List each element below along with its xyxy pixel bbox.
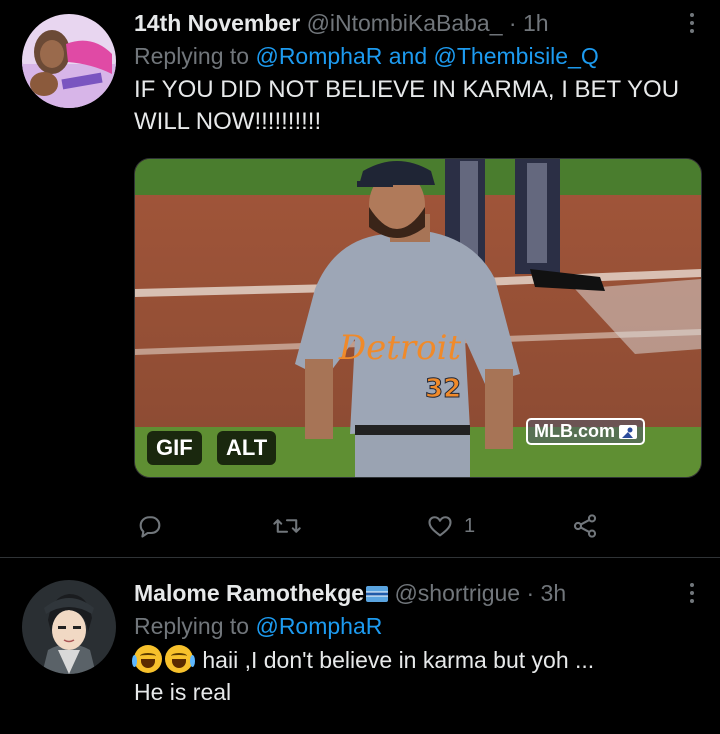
like-button[interactable]: 1 bbox=[426, 506, 475, 546]
avatar-image bbox=[22, 580, 116, 674]
jersey-number: 32 bbox=[425, 374, 461, 404]
tears-of-joy-emoji bbox=[132, 645, 162, 673]
share-icon bbox=[573, 514, 597, 538]
timestamp[interactable]: 1h bbox=[523, 10, 549, 36]
replying-to-label: Replying to bbox=[134, 613, 250, 639]
tweet-text-line1: haii ,I don't believe in karma but yoh .… bbox=[202, 647, 595, 673]
like-icon bbox=[428, 516, 452, 537]
tweet-actions: 1 bbox=[134, 506, 700, 546]
tweet-text: IF YOU DID NOT BELIEVE IN KARMA, I BET Y… bbox=[134, 76, 680, 135]
display-name[interactable]: 14th November bbox=[134, 10, 300, 36]
mlb-logo-icon bbox=[619, 424, 637, 439]
retweet-icon bbox=[273, 519, 301, 533]
retweet-button[interactable] bbox=[272, 506, 302, 546]
gif-badge: GIF bbox=[147, 431, 202, 465]
avatar-image bbox=[22, 14, 116, 108]
separator-dot: · bbox=[526, 580, 535, 606]
jersey-text: Detroit bbox=[338, 328, 462, 368]
timestamp[interactable]: 3h bbox=[541, 580, 567, 606]
user-handle[interactable]: @shortrigue bbox=[394, 580, 520, 606]
tweet-header: Malome Ramothekge @shortrigue · 3h bbox=[134, 578, 702, 608]
tweet-2[interactable]: Malome Ramothekge @shortrigue · 3h Reply… bbox=[0, 558, 720, 734]
alt-badge[interactable]: ALT bbox=[217, 431, 277, 465]
display-name[interactable]: Malome Ramothekge bbox=[134, 580, 364, 606]
tweet-1[interactable]: 14th November @iNtombiKaBaba_ · 1h Reply… bbox=[0, 0, 720, 557]
reply-button[interactable] bbox=[136, 506, 164, 546]
gif-media[interactable]: Detroit 32 MLB.com GIF ALT bbox=[134, 158, 702, 478]
reply-icon bbox=[139, 516, 161, 538]
replying-to: Replying to @RomphaR and @Thembisile_Q bbox=[134, 40, 702, 72]
reply-and-label: and bbox=[388, 43, 428, 69]
reply-mention-link[interactable]: @RomphaR bbox=[255, 43, 382, 69]
mlb-watermark: MLB.com bbox=[526, 418, 645, 445]
reply-mention-link[interactable]: @Thembisile_Q bbox=[434, 43, 599, 69]
tweet-text-line2: He is real bbox=[134, 679, 232, 705]
replying-to-label: Replying to bbox=[134, 43, 250, 69]
share-button[interactable] bbox=[570, 506, 600, 546]
tweet-text: haii ,I don't believe in karma but yoh .… bbox=[132, 644, 702, 708]
more-icon[interactable] bbox=[682, 580, 702, 608]
like-count: 1 bbox=[464, 514, 476, 537]
avatar[interactable] bbox=[22, 580, 116, 674]
user-handle[interactable]: @iNtombiKaBaba_ bbox=[307, 10, 503, 36]
tears-of-joy-emoji bbox=[165, 645, 195, 673]
tweet-header: 14th November @iNtombiKaBaba_ · 1h bbox=[134, 8, 702, 38]
replying-to: Replying to @RomphaR bbox=[134, 610, 702, 642]
flag-emoji bbox=[366, 586, 389, 602]
separator-dot: · bbox=[508, 10, 517, 36]
reply-mention-link[interactable]: @RomphaR bbox=[255, 613, 382, 639]
avatar[interactable] bbox=[22, 14, 116, 108]
more-icon[interactable] bbox=[682, 10, 702, 38]
